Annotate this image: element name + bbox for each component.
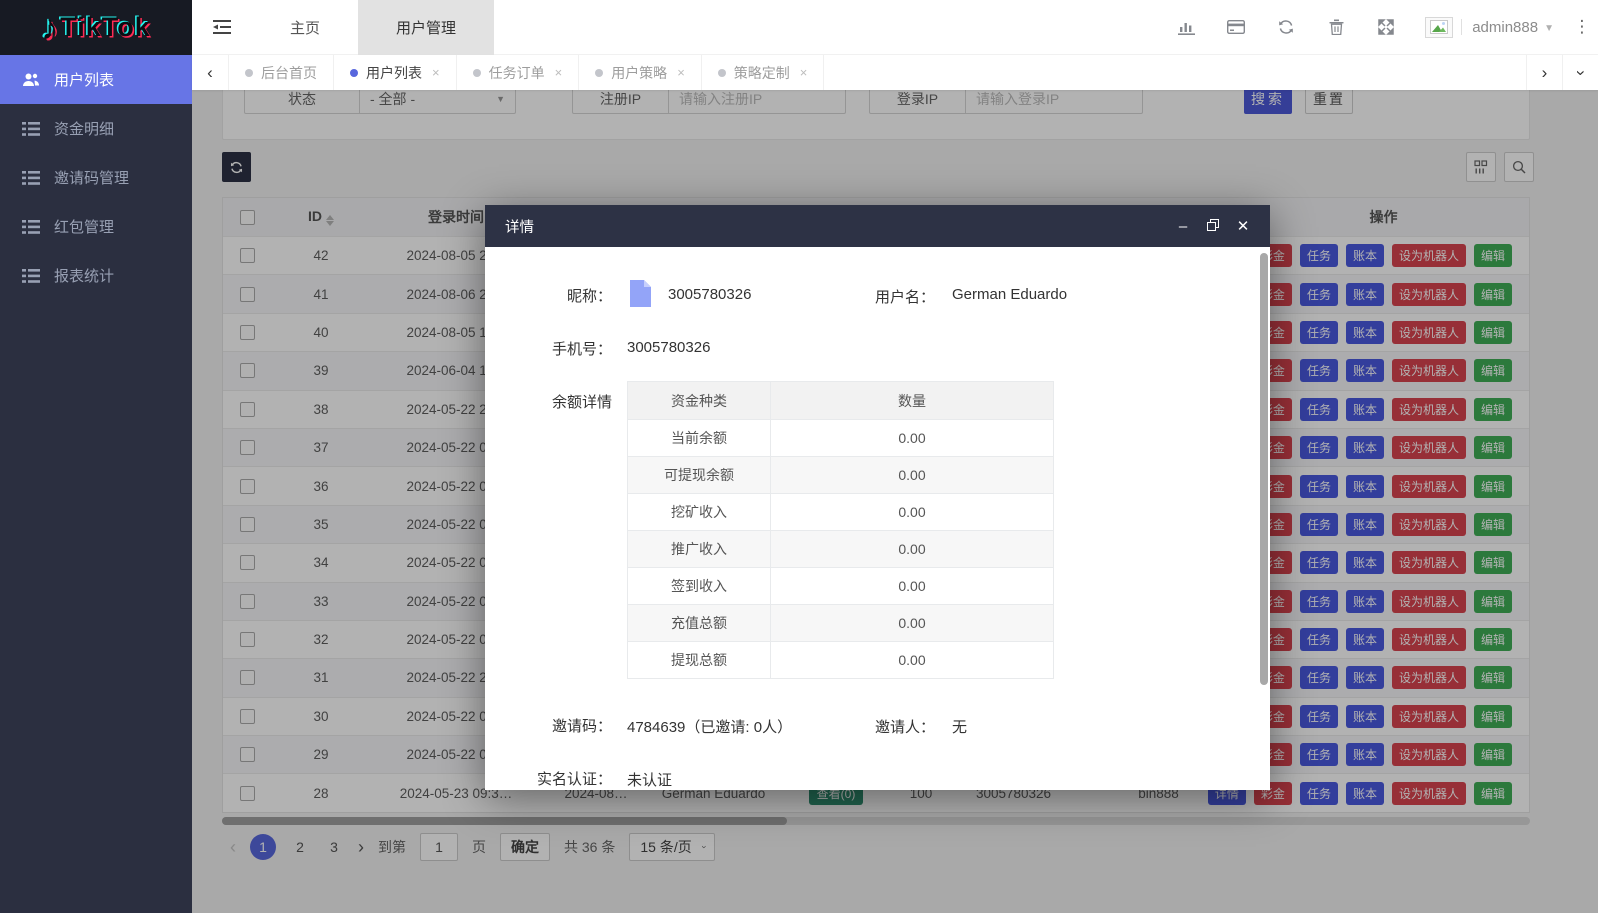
tiktok-logo: ♪ TikTok [0, 0, 192, 55]
list-icon [22, 220, 40, 234]
tab-status-dot [245, 69, 253, 77]
sidebar: ♪ TikTok 用户列表 资金明细 邀请码管理 红包管理 报表统计 [0, 0, 192, 913]
balance-row: 签到收入0.00 [628, 568, 1054, 605]
tabbar: ‹ 后台首页 用户列表 × 任务订单 × 用户策略 × 策略定制 × › › [192, 55, 1598, 90]
list-icon [22, 122, 40, 136]
detail-modal: 详情 – ✕ 昵称： 3005780326 用户名： German Eduard… [485, 205, 1270, 790]
tabs-scroll-right-button[interactable]: › [1526, 55, 1562, 90]
list-icon [22, 269, 40, 283]
phone-label: 手机号： [485, 338, 612, 359]
tab-label: 用户列表 [366, 63, 422, 83]
tab-status-dot [595, 69, 603, 77]
tab-label: 用户策略 [611, 63, 667, 83]
username-menu[interactable]: admin888 [1472, 19, 1538, 36]
balance-row: 提现总额0.00 [628, 642, 1054, 679]
tab-item[interactable]: 后台首页 [228, 55, 334, 90]
fullscreen-icon[interactable] [1361, 0, 1411, 55]
topnav-user-management[interactable]: 用户管理 [358, 0, 494, 55]
tab-item[interactable]: 策略定制 × [702, 55, 825, 90]
balance-row: 可提现余额0.00 [628, 457, 1054, 494]
modal-scrollbar-thumb[interactable] [1260, 253, 1268, 685]
trash-icon[interactable] [1311, 0, 1361, 55]
topbar-right: admin888 ▼ ⋮ [1161, 0, 1598, 55]
sidebar-item-invite-code[interactable]: 邀请码管理 [0, 153, 192, 202]
tiktok-note-icon: ♪ [41, 11, 58, 45]
restore-icon[interactable] [1206, 219, 1220, 234]
close-icon[interactable]: × [800, 65, 808, 80]
topnav-home[interactable]: 主页 [252, 0, 358, 55]
minimize-icon[interactable]: – [1176, 219, 1190, 234]
close-icon[interactable]: × [432, 65, 440, 80]
balance-row: 当前余额0.00 [628, 420, 1054, 457]
realname-value: 未认证 [627, 769, 672, 790]
balance-row: 充值总额0.00 [628, 605, 1054, 642]
close-icon[interactable]: × [555, 65, 563, 80]
file-icon [630, 280, 651, 312]
tab-status-dot [350, 69, 358, 77]
users-icon [22, 72, 40, 88]
inviter-value: 无 [952, 716, 967, 737]
sidebar-item-label: 邀请码管理 [54, 167, 129, 188]
tabs-menu-button[interactable]: › [1562, 55, 1598, 90]
nickname-label: 昵称： [485, 285, 612, 306]
tab-item[interactable]: 用户策略 × [579, 55, 702, 90]
balance-detail-label: 余额详情 [485, 391, 612, 412]
card-icon[interactable] [1211, 0, 1261, 55]
app-window: ♪ TikTok 用户列表 资金明细 邀请码管理 红包管理 报表统计 [0, 0, 1598, 913]
realname-label: 实名认证： [485, 768, 612, 789]
modal-body: 昵称： 3005780326 用户名： German Eduardo 手机号： … [485, 247, 1270, 790]
refresh-icon[interactable] [1261, 0, 1311, 55]
username-value: German Eduardo [952, 286, 1067, 303]
balance-row: 推广收入0.00 [628, 531, 1054, 568]
username-label: 用户名： [825, 286, 935, 307]
invite-code-label: 邀请码： [485, 715, 612, 736]
balance-row: 挖矿收入0.00 [628, 494, 1054, 531]
topbar: 主页 用户管理 admin888 ▼ ⋮ [192, 0, 1598, 55]
sidebar-item-label: 报表统计 [54, 265, 114, 286]
divider [1461, 19, 1462, 35]
modal-title: 详情 [505, 216, 534, 237]
sidebar-item-label: 资金明细 [54, 118, 114, 139]
sidebar-item-label: 用户列表 [54, 69, 114, 90]
tab-label: 任务订单 [489, 63, 545, 83]
tab-item[interactable]: 用户列表 × [334, 55, 457, 90]
tab-status-dot [473, 69, 481, 77]
broken-image-icon [1430, 20, 1448, 34]
chart-icon[interactable] [1161, 0, 1211, 55]
modal-header[interactable]: 详情 – ✕ [485, 205, 1270, 247]
list-icon [22, 171, 40, 185]
logo-text: TikTok [60, 12, 151, 43]
tabs-scroll-left-button[interactable]: ‹ [192, 55, 228, 90]
tabbar-right-controls: › › [1526, 55, 1598, 90]
tab-status-dot [718, 69, 726, 77]
sidebar-collapse-button[interactable] [192, 0, 252, 55]
phone-value: 3005780326 [627, 339, 710, 356]
more-menu-icon[interactable]: ⋮ [1572, 17, 1592, 37]
close-icon[interactable]: ✕ [1236, 219, 1250, 234]
sidebar-item-user-list[interactable]: 用户列表 [0, 55, 192, 104]
sidebar-item-label: 红包管理 [54, 216, 114, 237]
sidebar-item-fund-detail[interactable]: 资金明细 [0, 104, 192, 153]
close-icon[interactable]: × [677, 65, 685, 80]
balance-col-type: 资金种类 [628, 382, 771, 420]
tab-label: 后台首页 [261, 63, 317, 83]
avatar[interactable] [1425, 17, 1453, 38]
sidebar-item-redpacket[interactable]: 红包管理 [0, 202, 192, 251]
chevron-down-icon: ▼ [1544, 23, 1554, 34]
invite-code-value: 4784639（已邀请: 0人） [627, 716, 792, 737]
collapse-menu-icon [213, 20, 231, 34]
inviter-label: 邀请人： [825, 716, 935, 737]
sidebar-item-report[interactable]: 报表统计 [0, 251, 192, 300]
balance-col-amount: 数量 [771, 382, 1054, 420]
modal-window-controls: – ✕ [1176, 219, 1250, 234]
balance-table: 资金种类 数量 当前余额0.00可提现余额0.00挖矿收入0.00推广收入0.0… [627, 381, 1054, 679]
sidebar-menu: 用户列表 资金明细 邀请码管理 红包管理 报表统计 [0, 55, 192, 300]
tab-list: 后台首页 用户列表 × 任务订单 × 用户策略 × 策略定制 × [228, 55, 824, 90]
nickname-value: 3005780326 [668, 286, 751, 303]
tab-item[interactable]: 任务订单 × [457, 55, 580, 90]
tab-label: 策略定制 [734, 63, 790, 83]
